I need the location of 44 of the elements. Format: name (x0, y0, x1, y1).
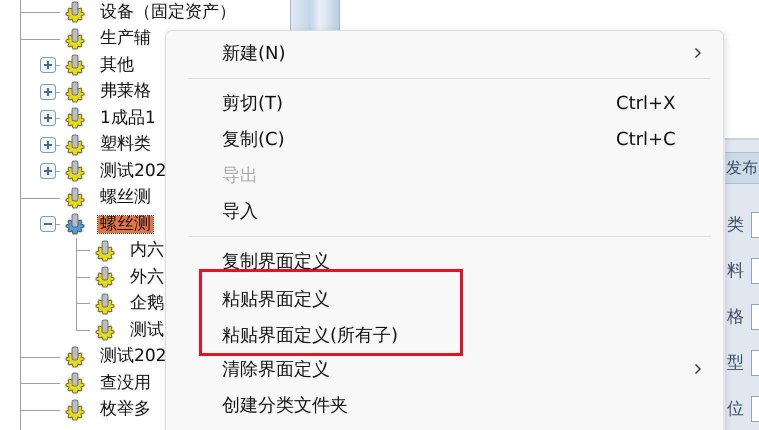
shortcut-text: Ctrl+C (616, 128, 676, 150)
collapse-icon[interactable] (40, 216, 56, 232)
expand-icon[interactable] (40, 163, 56, 180)
tree-item[interactable]: 内六 (128, 242, 166, 260)
expand-icon[interactable] (40, 136, 56, 153)
menu-item[interactable]: 复制(C) Ctrl+C (166, 121, 723, 157)
expand-icon[interactable] (40, 110, 56, 126)
tree-item[interactable]: 塑料类 (98, 136, 153, 154)
tree-item[interactable]: 其他 (98, 56, 136, 74)
expand-icon[interactable] (40, 57, 56, 74)
tree-item[interactable]: 枚举多 (98, 401, 153, 418)
shortcut-text: Ctrl+X (616, 92, 676, 114)
tree-item[interactable]: 螺丝测 (98, 216, 153, 233)
menu-item[interactable]: 粘贴界面定义 (202, 281, 460, 317)
field-label: 料 (726, 260, 745, 282)
menu-item[interactable]: 粘贴界面定义(所有子) (202, 317, 460, 353)
field-label: 位 (726, 398, 745, 420)
tree-item[interactable]: 设备（固定资产） (98, 4, 238, 21)
tree-item[interactable]: 测试202 (98, 162, 168, 180)
menu-item[interactable]: 新建(N) (166, 35, 723, 71)
tab[interactable]: 发布 (725, 152, 759, 184)
tree-item[interactable]: 弗莱格 (98, 83, 153, 100)
tree-item[interactable]: 外六 (128, 268, 166, 286)
menu-item[interactable]: 剪切(T) Ctrl+X (166, 85, 723, 121)
field-label: 格 (726, 306, 745, 328)
tree-item[interactable]: 企鹅 (128, 295, 166, 312)
input-field[interactable] (750, 396, 759, 422)
input-field[interactable] (750, 350, 759, 376)
tree-item[interactable]: 查没用 (98, 374, 153, 392)
tree-item[interactable]: 测试 (128, 322, 166, 339)
expand-icon[interactable] (40, 84, 56, 100)
input-field[interactable] (750, 258, 759, 284)
input-field[interactable] (750, 212, 759, 238)
menu-item[interactable]: 复制界面定义 (166, 243, 723, 279)
field-label: 型 (726, 352, 745, 374)
menu-item[interactable]: 创建分类文件夹 (166, 387, 723, 423)
tree-item[interactable]: 螺丝测 (98, 189, 153, 206)
input-field[interactable] (750, 304, 759, 330)
menu-item[interactable]: 导入 (166, 193, 723, 229)
menu-item[interactable]: 清除界面定义 (166, 351, 723, 387)
tree-item[interactable]: 1成品1 (98, 110, 158, 127)
tree-item[interactable]: 生产辅 (98, 30, 153, 48)
field-label: 类 (726, 214, 745, 236)
tree-item[interactable]: 测试202 (98, 348, 168, 366)
